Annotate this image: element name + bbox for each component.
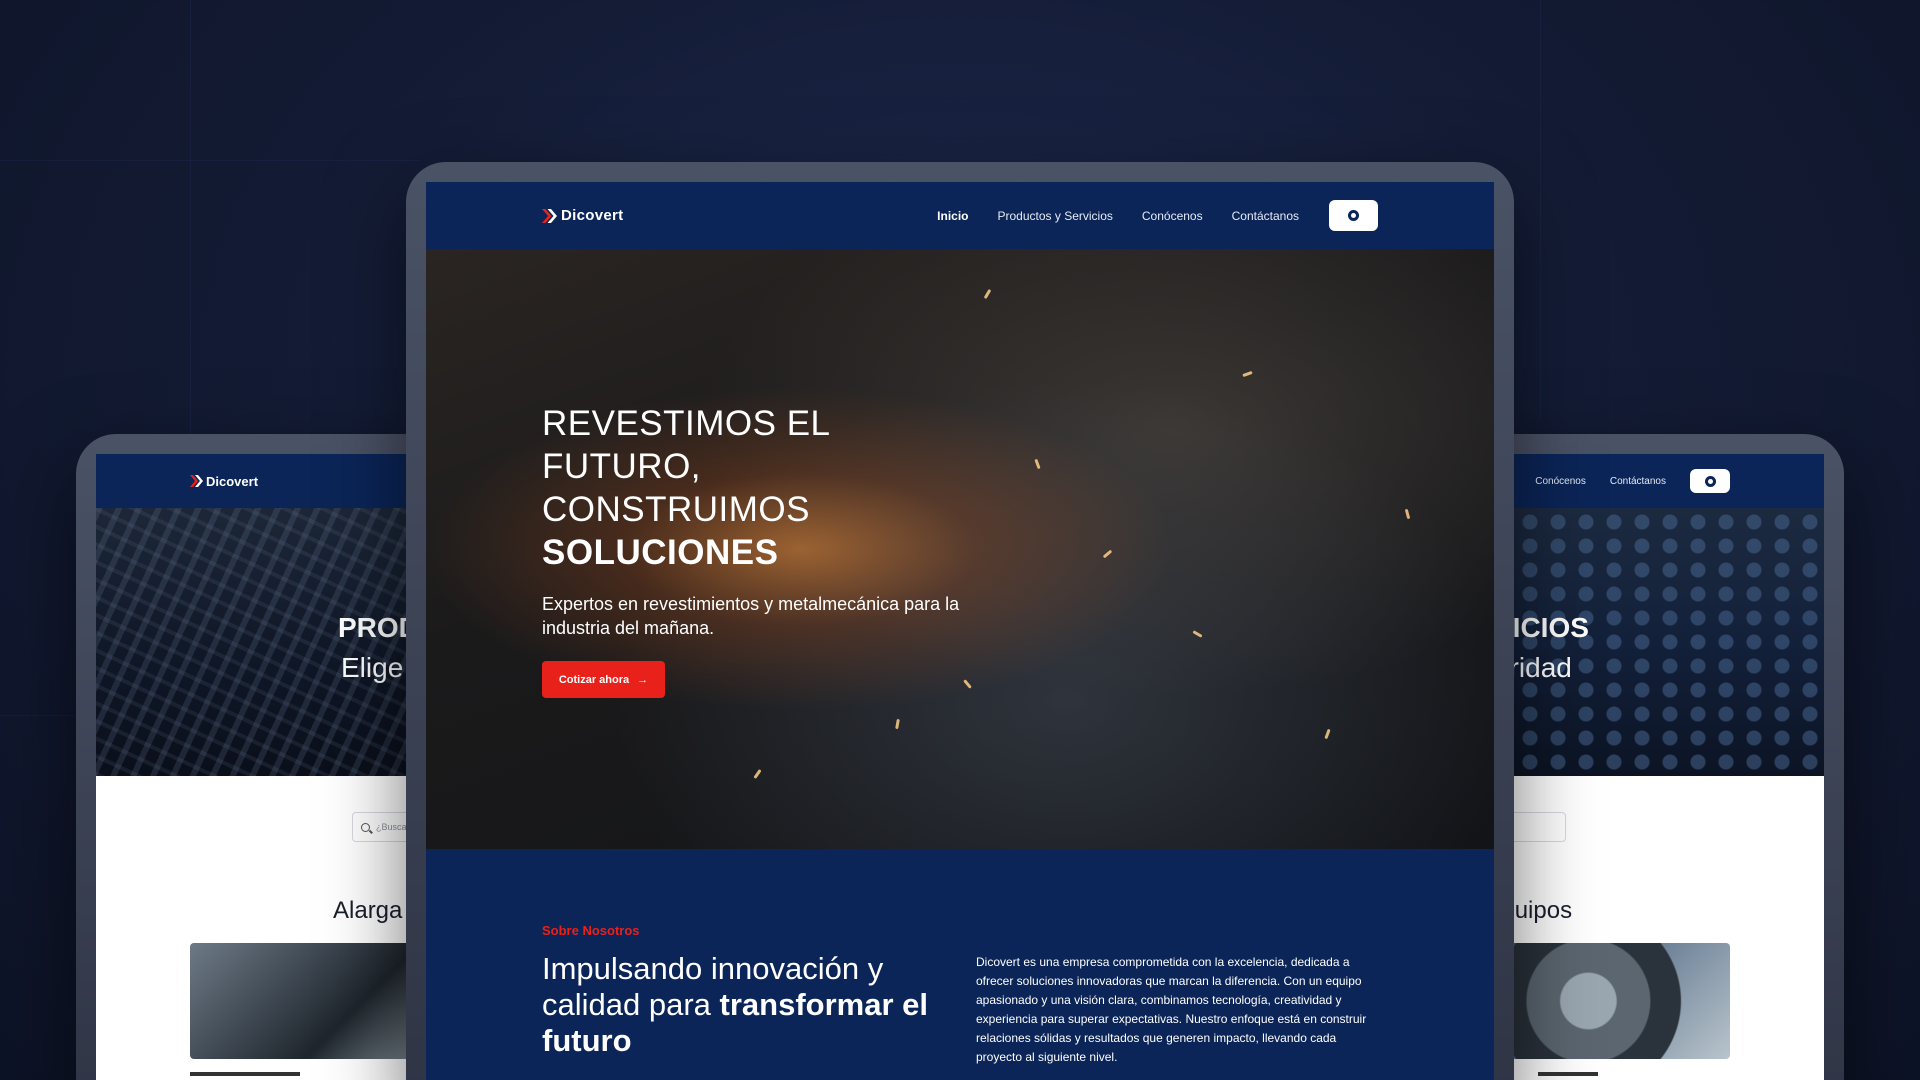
chevron-logo-icon bbox=[542, 208, 557, 223]
hero-spark bbox=[983, 288, 992, 300]
nav-contactanos[interactable]: Contáctanos bbox=[1232, 209, 1299, 223]
whatsapp-icon bbox=[1704, 475, 1716, 487]
about-section: Sobre Nosotros Impulsando innovación y c… bbox=[426, 849, 1494, 1080]
brand-name: Dicovert bbox=[561, 207, 624, 224]
background-grid-line bbox=[1540, 0, 1541, 420]
hero-spark bbox=[895, 718, 900, 730]
hero-spark bbox=[1404, 508, 1411, 520]
left-photo-caption bbox=[190, 1072, 300, 1076]
background-grid-line bbox=[0, 160, 420, 161]
right-nav-conocenos[interactable]: Conócenos bbox=[1535, 476, 1586, 487]
hero-section: REVESTIMOS EL FUTURO, CONSTRUIMOS SOLUCI… bbox=[426, 249, 1494, 849]
main-navbar: Dicovert Inicio Productos y Servicios Co… bbox=[426, 182, 1494, 249]
hero-title-line-1: REVESTIMOS EL bbox=[542, 404, 831, 443]
center-screen: Dicovert Inicio Productos y Servicios Co… bbox=[426, 182, 1494, 1080]
hero-spark bbox=[1242, 370, 1253, 378]
right-whatsapp-button[interactable] bbox=[1690, 469, 1730, 493]
about-body: Dicovert es una empresa comprometida con… bbox=[976, 955, 1367, 1064]
nav-productos-servicios[interactable]: Productos y Servicios bbox=[998, 209, 1113, 223]
cta-label: Cotizar ahora bbox=[558, 673, 630, 686]
nav-inicio[interactable]: Inicio bbox=[937, 209, 968, 223]
about-kicker: Sobre Nosotros bbox=[542, 923, 640, 938]
hero-spark bbox=[1034, 458, 1041, 470]
left-product-photo[interactable] bbox=[190, 943, 430, 1059]
hero-title-line-2: FUTURO, bbox=[542, 447, 702, 486]
brand-logo[interactable]: Dicovert bbox=[542, 207, 623, 224]
main-nav-links: Inicio Productos y Servicios Conócenos C… bbox=[937, 200, 1378, 231]
nav-conocenos[interactable]: Conócenos bbox=[1142, 209, 1203, 223]
hero-spark bbox=[1102, 549, 1113, 559]
arrow-right-icon: → bbox=[637, 673, 649, 686]
left-logo[interactable]: Dicovert bbox=[190, 474, 258, 489]
hero-spark bbox=[1192, 630, 1203, 638]
hero-spark bbox=[753, 769, 762, 779]
left-brand-name: Dicovert bbox=[206, 473, 259, 489]
cotizar-ahora-button[interactable]: Cotizar ahora → bbox=[542, 661, 665, 698]
hero-title-line-3: CONSTRUIMOS bbox=[542, 490, 810, 529]
right-nav-contactanos[interactable]: Contáctanos bbox=[1610, 476, 1666, 487]
whatsapp-icon bbox=[1348, 210, 1359, 221]
hero-subtitle: Expertos en revestimientos y metalmecáni… bbox=[542, 594, 960, 638]
whatsapp-button[interactable] bbox=[1329, 200, 1378, 231]
search-icon bbox=[361, 822, 370, 832]
about-title: Impulsando innovación y calidad para tra… bbox=[542, 951, 942, 1059]
right-service-photo[interactable] bbox=[1494, 943, 1730, 1059]
right-photo-caption bbox=[1538, 1072, 1598, 1076]
hero-spark bbox=[963, 679, 972, 689]
hero-title: REVESTIMOS EL FUTURO, CONSTRUIMOS SOLUCI… bbox=[542, 402, 831, 574]
hero-spark bbox=[1324, 728, 1331, 740]
chevron-logo-icon bbox=[190, 475, 203, 487]
hero-title-line-4: SOLUCIONES bbox=[542, 533, 779, 572]
